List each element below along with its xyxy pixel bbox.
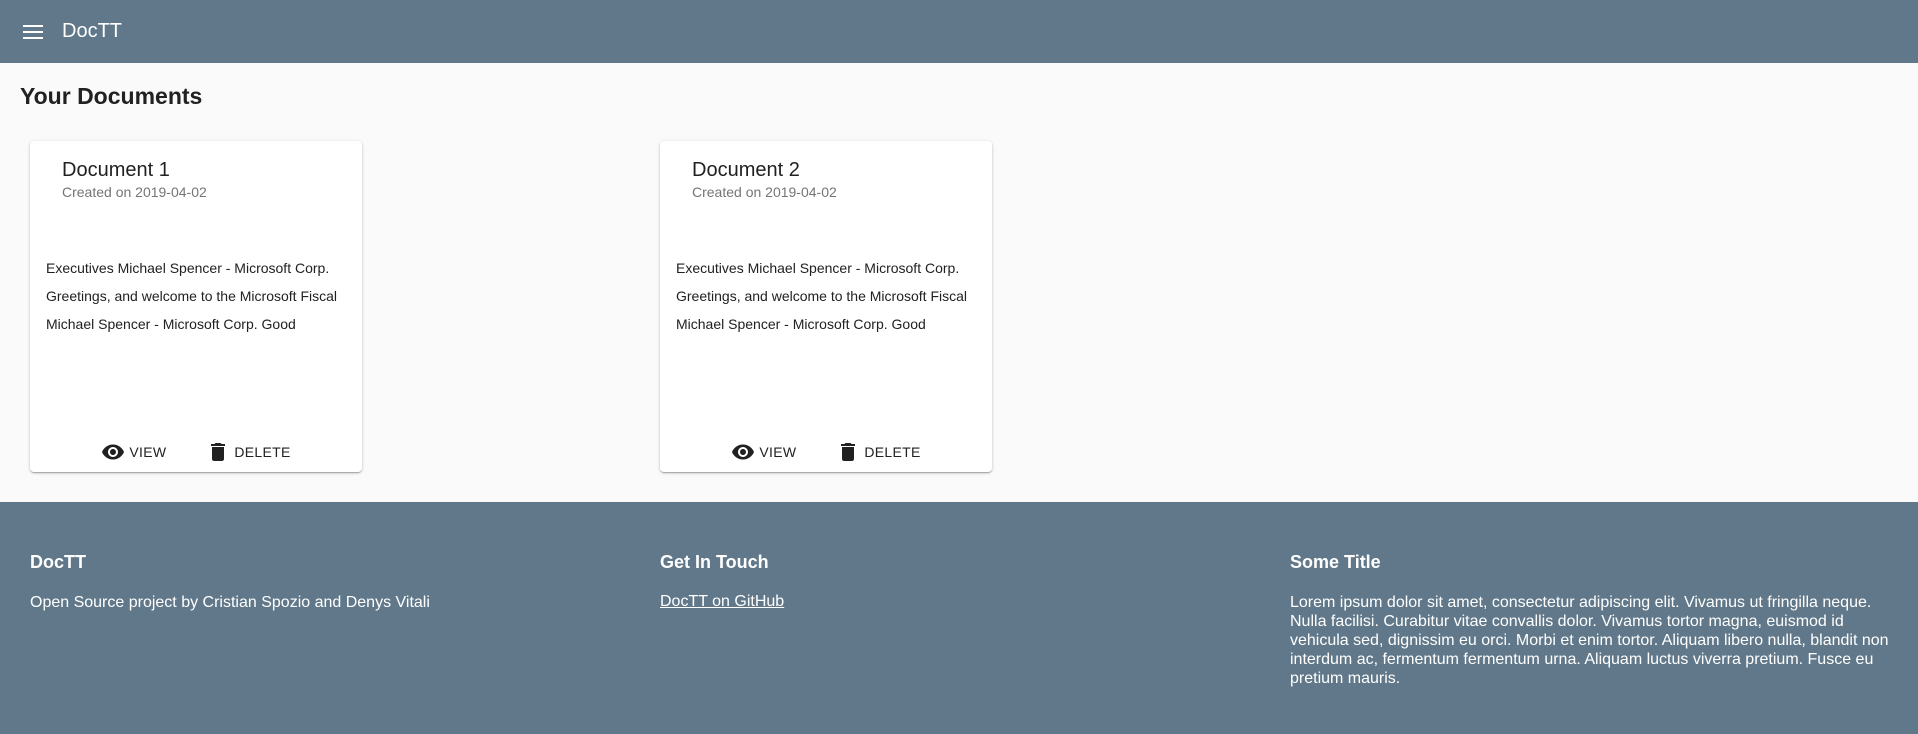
delete-button[interactable]: DELETE	[200, 436, 296, 468]
document-created-date: Created on 2019-04-02	[692, 184, 837, 200]
delete-button[interactable]: DELETE	[830, 436, 926, 468]
footer-about: DocTT Open Source project by Cristian Sp…	[30, 552, 590, 612]
footer-about-text: Open Source project by Cristian Spozio a…	[30, 594, 430, 611]
document-excerpt-line: Michael Spencer - Microsoft Corp. Good	[676, 316, 926, 332]
view-button[interactable]: VIEW	[725, 436, 802, 468]
document-excerpt-line: Michael Spencer - Microsoft Corp. Good	[46, 316, 296, 332]
footer-heading: Get In Touch	[660, 552, 769, 572]
document-excerpt-line: Executives Michael Spencer - Microsoft C…	[676, 260, 960, 276]
card-actions: VIEW DELETE	[30, 437, 362, 467]
delete-button-label: DELETE	[234, 444, 291, 460]
document-title: Document 2	[692, 159, 800, 181]
document-card: Document 2 Created on 2019-04-02 Executi…	[660, 141, 992, 472]
card-actions: VIEW DELETE	[660, 437, 992, 467]
eye-icon	[731, 440, 755, 464]
app-title: DocTT	[62, 20, 122, 42]
main-content: Your Documents Document 1 Created on 201…	[0, 63, 1918, 502]
document-excerpt-line: Executives Michael Spencer - Microsoft C…	[46, 260, 330, 276]
view-button-label: VIEW	[129, 444, 167, 460]
document-title: Document 1	[62, 159, 170, 181]
footer-heading: Some Title	[1290, 552, 1381, 572]
document-created-date: Created on 2019-04-02	[62, 184, 207, 200]
footer-heading: DocTT	[30, 552, 86, 572]
menu-icon[interactable]	[20, 19, 46, 45]
trash-icon	[836, 440, 860, 464]
footer: DocTT Open Source project by Cristian Sp…	[0, 502, 1918, 734]
page-title: Your Documents	[20, 83, 203, 109]
document-excerpt: Executives Michael Spencer - Microsoft C…	[46, 254, 356, 338]
footer-extra: Some Title Lorem ipsum dolor sit amet, c…	[1290, 552, 1890, 688]
view-button[interactable]: VIEW	[95, 436, 172, 468]
github-link[interactable]: DocTT on GitHub	[660, 593, 784, 611]
delete-button-label: DELETE	[864, 444, 921, 460]
document-card: Document 1 Created on 2019-04-02 Executi…	[30, 141, 362, 472]
footer-extra-text: Lorem ipsum dolor sit amet, consectetur …	[1290, 594, 1889, 687]
document-excerpt-line: Greetings, and welcome to the Microsoft …	[46, 288, 338, 304]
eye-icon	[101, 440, 125, 464]
document-excerpt-line: Greetings, and welcome to the Microsoft …	[676, 288, 968, 304]
view-button-label: VIEW	[759, 444, 797, 460]
document-excerpt: Executives Michael Spencer - Microsoft C…	[676, 254, 986, 338]
app-bar: DocTT	[0, 0, 1918, 63]
trash-icon	[206, 440, 230, 464]
footer-contact: Get In Touch DocTT on GitHub	[660, 552, 1220, 611]
